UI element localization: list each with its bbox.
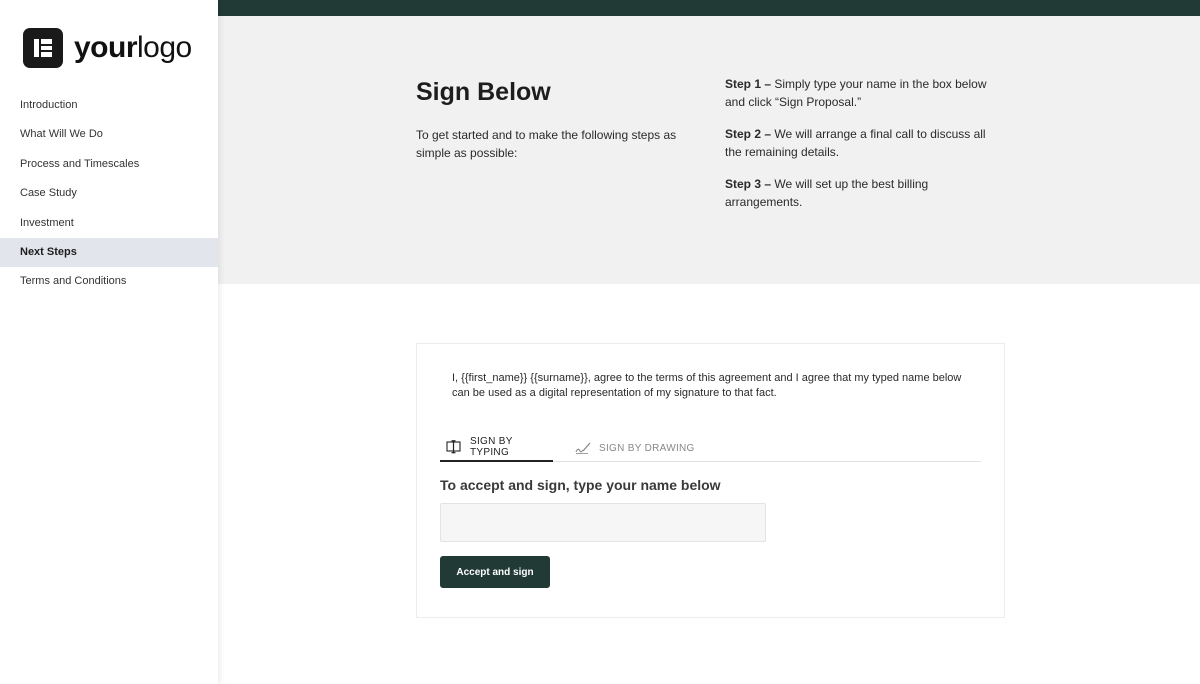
sidebar-item-investment[interactable]: Investment: [0, 209, 218, 238]
pen-signature-icon: [575, 441, 591, 455]
logo-text-bold: your: [74, 31, 138, 64]
keyboard-cursor-icon: [446, 440, 462, 454]
step-3: Step 3 – We will set up the best billing…: [725, 175, 1005, 211]
steps-list: Step 1 – Simply type your name in the bo…: [725, 75, 1005, 225]
sidebar-item-terms-and-conditions[interactable]: Terms and Conditions: [0, 267, 218, 296]
logo-mark-icon: [23, 28, 63, 68]
signature-card: I, {{first_name}} {{surname}}, agree to …: [416, 343, 1005, 618]
sign-prompt: To accept and sign, type your name below: [440, 477, 721, 493]
tab-label: SIGN BY DRAWING: [599, 442, 695, 454]
agreement-text: I, {{first_name}} {{surname}}, agree to …: [452, 372, 962, 399]
step-label: Step 3 –: [725, 177, 772, 191]
top-bar: [218, 0, 1200, 16]
step-label: Step 1 –: [725, 77, 772, 91]
step-1: Step 1 – Simply type your name in the bo…: [725, 75, 1005, 111]
step-2: Step 2 – We will arrange a final call to…: [725, 125, 1005, 161]
step-label: Step 2 –: [725, 127, 772, 141]
hero-intro: To get started and to make the following…: [416, 128, 677, 160]
tab-label: SIGN BY TYPING: [470, 436, 513, 458]
logo-text: yourlogo: [74, 28, 192, 68]
signature-name-input[interactable]: [440, 503, 766, 542]
tab-sign-by-typing[interactable]: SIGN BY TYPING: [440, 434, 553, 462]
logo-text-light: logo: [137, 31, 192, 64]
sidebar: yourlogo Introduction What Will We Do Pr…: [0, 0, 218, 684]
sidebar-item-next-steps[interactable]: Next Steps: [0, 237, 218, 268]
accept-and-sign-button[interactable]: Accept and sign: [440, 556, 550, 588]
sidebar-item-what-will-we-do[interactable]: What Will We Do: [0, 120, 218, 149]
signature-tabs: SIGN BY TYPING SIGN BY DRAWING: [440, 434, 981, 462]
sidebar-item-process-and-timescales[interactable]: Process and Timescales: [0, 150, 218, 179]
hero-section: Sign Below To get started and to make th…: [218, 16, 1200, 284]
sidebar-item-introduction[interactable]: Introduction: [0, 91, 218, 120]
tab-sign-by-drawing[interactable]: SIGN BY DRAWING: [575, 434, 695, 462]
sidebar-item-case-study[interactable]: Case Study: [0, 179, 218, 208]
sidebar-nav: Introduction What Will We Do Process and…: [0, 91, 218, 297]
logo[interactable]: yourlogo: [23, 28, 192, 68]
page-title: Sign Below: [416, 78, 551, 106]
